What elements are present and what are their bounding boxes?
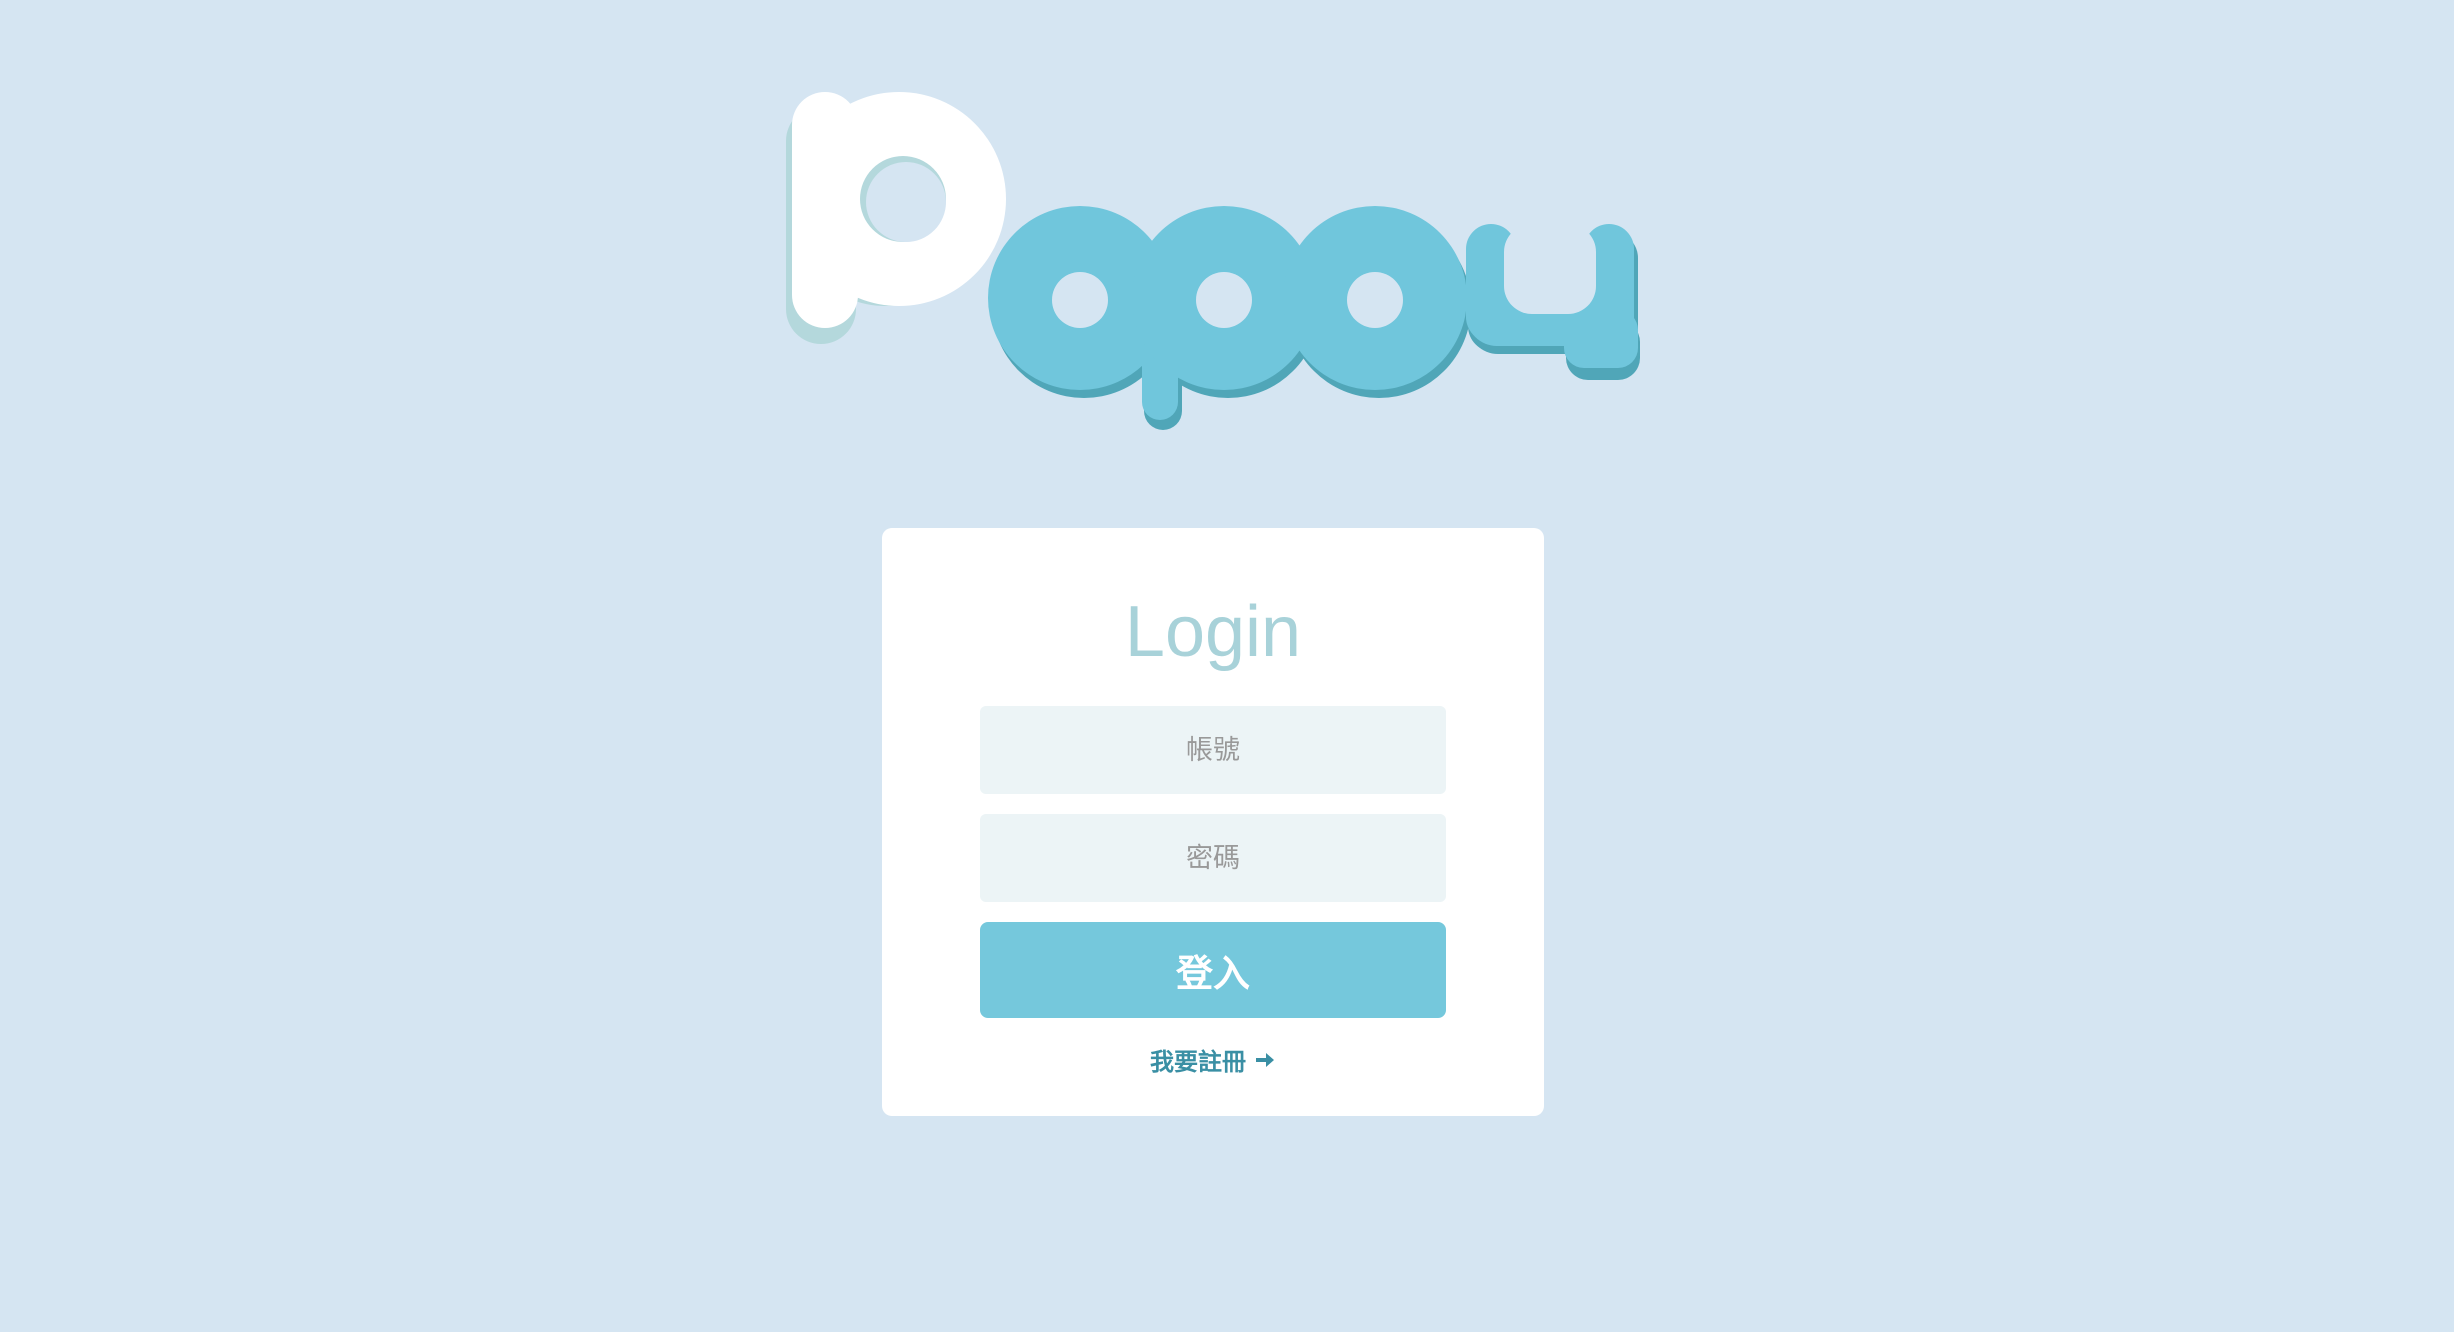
password-input[interactable] — [980, 814, 1446, 902]
login-button[interactable]: 登入 — [980, 922, 1446, 1018]
login-card: Login 登入 我要註冊 — [882, 528, 1544, 1116]
account-input[interactable] — [980, 706, 1446, 794]
login-title: Login — [1124, 592, 1302, 672]
register-link-label: 我要註冊 — [1150, 1048, 1246, 1076]
register-link[interactable]: 我要註冊 — [882, 1042, 1544, 1077]
popous-logo — [780, 84, 1640, 444]
arrow-right-icon — [1254, 1050, 1276, 1070]
